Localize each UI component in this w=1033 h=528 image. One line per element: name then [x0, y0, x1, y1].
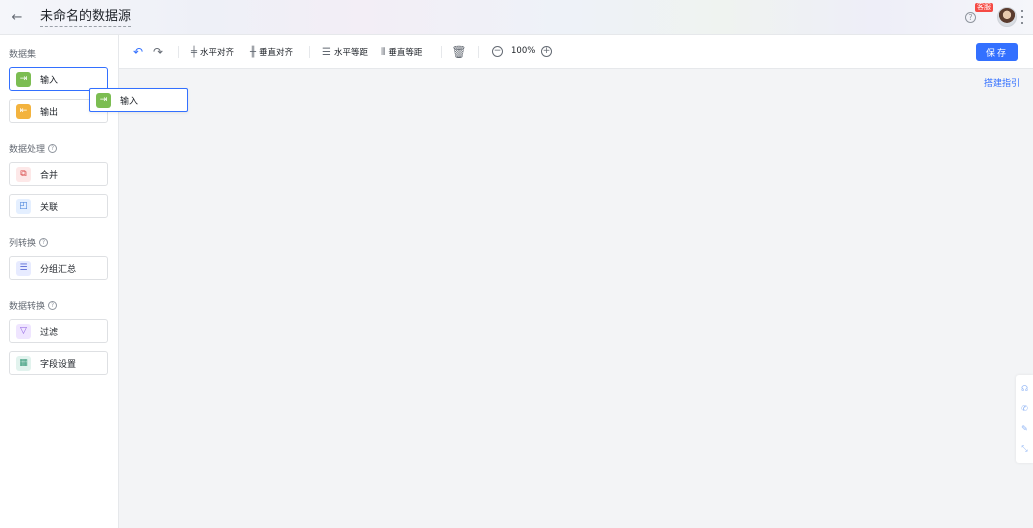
node-filter[interactable]: ▽ 过滤 — [9, 319, 108, 343]
drag-ghost-label: 输入 — [120, 96, 139, 107]
collapse-icon[interactable]: ⤡ — [1021, 444, 1027, 454]
node-label: 分组汇总 — [40, 264, 77, 275]
help-icon[interactable]: ? — [39, 238, 49, 247]
horizontal-align-icon: ╪ — [191, 46, 198, 58]
horizontal-distribute-button[interactable]: ☰ 水平等距 — [322, 45, 368, 59]
trash-icon[interactable]: 🗑 — [451, 45, 466, 59]
vertical-distribute-icon: ⦀ — [381, 46, 386, 58]
output-icon: ⇤ — [16, 103, 31, 119]
section-title-dataset: 数据集 — [9, 50, 37, 60]
vertical-align-button[interactable]: ╫ 垂直对齐 — [250, 45, 293, 59]
node-label: 关联 — [40, 202, 59, 213]
build-guide-link[interactable]: 搭建指引 — [984, 76, 1020, 89]
undo-icon[interactable]: ↶ — [131, 45, 145, 59]
node-label: 字段设置 — [40, 359, 77, 370]
vertical-align-icon: ╫ — [250, 46, 257, 58]
headset-icon[interactable]: ☊ — [1021, 384, 1028, 393]
top-header: ← 未命名的数据源 ? 客服 — [0, 0, 1033, 35]
toolbar-divider — [178, 46, 179, 58]
node-group-summary[interactable]: ☰ 分组汇总 — [9, 256, 108, 280]
node-field-settings[interactable]: ▦ 字段设置 — [9, 351, 108, 375]
redo-icon[interactable]: ↷ — [151, 45, 165, 59]
edit-icon[interactable]: ✎ — [1021, 424, 1028, 433]
toolbar-divider — [478, 46, 479, 58]
phone-icon[interactable]: ✆ — [1021, 404, 1028, 413]
toolbar-divider — [441, 46, 442, 58]
help-icon[interactable]: ? — [48, 301, 58, 310]
node-label: 过滤 — [40, 327, 59, 338]
customer-service-badge[interactable]: 客服 — [975, 3, 993, 12]
page-title[interactable]: 未命名的数据源 — [40, 9, 132, 27]
horizontal-distribute-icon: ☰ — [322, 46, 331, 58]
input-icon: ⇥ — [96, 92, 111, 108]
canvas[interactable]: 搭建指引 ☊ ✆ ✎ ⤡ — [119, 69, 1033, 528]
zoom-out-icon[interactable]: − — [492, 46, 503, 57]
arrow-left-icon[interactable]: ← — [9, 9, 25, 25]
horizontal-align-button[interactable]: ╪ 水平对齐 — [191, 45, 234, 59]
section-title-data-transform: 数据转换 ? — [9, 299, 58, 312]
avatar[interactable] — [997, 7, 1017, 27]
floating-toolbar: ☊ ✆ ✎ ⤡ — [1016, 375, 1033, 463]
help-icon[interactable]: ? — [965, 12, 976, 23]
merge-icon: ⧉ — [16, 166, 31, 182]
section-title-processing: 数据处理 ? — [9, 142, 58, 155]
node-merge[interactable]: ⧉ 合并 — [9, 162, 108, 186]
node-label: 输出 — [40, 107, 59, 118]
node-label: 合并 — [40, 170, 59, 181]
more-vertical-icon[interactable] — [1020, 10, 1024, 24]
node-join[interactable]: ◰ 关联 — [9, 194, 108, 218]
section-title-column-transform: 列转换 ? — [9, 236, 49, 249]
zoom-in-icon[interactable]: + — [541, 46, 552, 57]
help-icon[interactable]: ? — [48, 144, 58, 153]
input-icon: ⇥ — [16, 71, 31, 87]
toolbar: ↶ ↷ ╪ 水平对齐 ╫ 垂直对齐 ☰ 水平等距 ⦀ 垂直等距 🗑 − 100%… — [119, 35, 1033, 69]
save-button[interactable]: 保存 — [976, 43, 1018, 61]
join-icon: ◰ — [16, 198, 31, 214]
filter-icon: ▽ — [16, 323, 31, 339]
toolbar-divider — [309, 46, 310, 58]
node-label: 输入 — [40, 75, 59, 86]
drag-ghost-node[interactable]: ⇥ 输入 — [89, 88, 188, 112]
vertical-distribute-button[interactable]: ⦀ 垂直等距 — [381, 45, 422, 59]
zoom-level: 100% — [511, 46, 536, 56]
field-settings-icon: ▦ — [16, 355, 31, 371]
group-summary-icon: ☰ — [16, 260, 31, 276]
